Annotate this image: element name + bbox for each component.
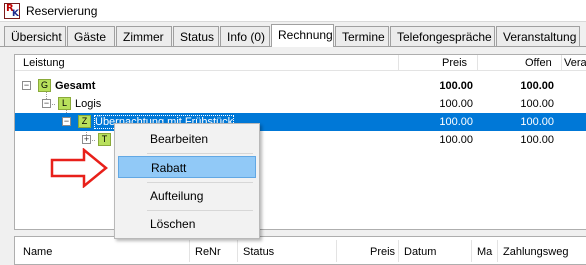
collapse-icon[interactable]: − bbox=[22, 81, 31, 90]
row-offen: 100.00 bbox=[520, 98, 554, 110]
menu-item-bearbeiten[interactable]: Bearbeiten bbox=[118, 128, 256, 150]
tree-row-t[interactable]: + T 100.00 100.00 bbox=[15, 131, 586, 149]
tab-rechnung[interactable]: Rechnung bbox=[271, 24, 334, 47]
collapse-icon[interactable]: − bbox=[42, 99, 51, 108]
payments-table-header: Name ReNr Status Preis Datum Ma Zahlungs… bbox=[14, 236, 586, 265]
tree-row-logis[interactable]: − L Logis 100.00 100.00 bbox=[15, 95, 586, 113]
menu-item-aufteilung[interactable]: Aufteilung bbox=[118, 185, 256, 207]
row-preis: 100.00 bbox=[439, 116, 473, 128]
tab-termine[interactable]: Termine bbox=[335, 26, 389, 46]
tab-veranstaltung[interactable]: Veranstaltung bbox=[496, 26, 580, 46]
badge-g-icon: G bbox=[38, 79, 51, 92]
column-zahlungsweg[interactable]: Zahlungsweg bbox=[503, 246, 568, 258]
row-offen: 100.00 bbox=[520, 116, 554, 128]
tree-row-gesamt[interactable]: − G Gesamt 100.00 100.00 bbox=[15, 77, 586, 95]
column-status[interactable]: Status bbox=[243, 246, 274, 258]
column-preis[interactable]: Preis bbox=[370, 246, 395, 258]
tree-header: Leistung Preis Offen Vera bbox=[15, 55, 586, 71]
tab-uebersicht[interactable]: Übersicht bbox=[4, 26, 66, 46]
invoice-tree[interactable]: Leistung Preis Offen Vera − G Gesamt 100… bbox=[14, 54, 586, 230]
column-offen[interactable]: Offen bbox=[525, 57, 552, 69]
menu-item-rabatt[interactable]: Rabatt bbox=[118, 156, 256, 178]
column-vera[interactable]: Vera bbox=[564, 57, 586, 69]
row-preis: 100.00 bbox=[439, 134, 473, 146]
row-label: Logis bbox=[75, 98, 102, 110]
red-arrow-icon bbox=[50, 148, 108, 188]
row-offen: 100.00 bbox=[520, 134, 554, 146]
row-label: Gesamt bbox=[55, 80, 96, 92]
badge-z-icon: Z bbox=[78, 115, 91, 128]
column-ma[interactable]: Ma bbox=[477, 246, 492, 258]
column-leistung[interactable]: Leistung bbox=[23, 57, 65, 69]
column-datum[interactable]: Datum bbox=[404, 246, 436, 258]
tab-gaeste[interactable]: Gäste bbox=[67, 26, 115, 46]
column-name[interactable]: Name bbox=[23, 246, 52, 258]
column-renr[interactable]: ReNr bbox=[195, 246, 221, 258]
tab-info[interactable]: Info (0) bbox=[220, 26, 270, 46]
app-icon: RK bbox=[4, 3, 20, 19]
row-preis: 100.00 bbox=[439, 98, 473, 110]
tab-status[interactable]: Status bbox=[173, 26, 219, 46]
menu-separator bbox=[147, 153, 253, 154]
menu-item-loeschen[interactable]: Löschen bbox=[118, 213, 256, 235]
badge-l-icon: L bbox=[58, 97, 71, 110]
tree-row-uebernachtung[interactable]: − Z Übernachtung mit Frühstück 100.00 10… bbox=[15, 113, 586, 131]
badge-t-icon: T bbox=[98, 133, 111, 146]
title-bar: RK Reservierung bbox=[0, 0, 586, 22]
row-preis: 100.00 bbox=[439, 80, 473, 92]
tab-zimmer[interactable]: Zimmer bbox=[116, 26, 172, 46]
tab-strip: Übersicht Gäste Zimmer Status Info (0) R… bbox=[0, 24, 586, 47]
collapse-icon[interactable]: − bbox=[62, 117, 71, 126]
tab-telefongespraeche[interactable]: Telefongespräche bbox=[390, 26, 495, 46]
expand-icon[interactable]: + bbox=[82, 135, 91, 144]
menu-separator bbox=[147, 210, 253, 211]
row-offen: 100.00 bbox=[520, 80, 554, 92]
menu-separator bbox=[147, 182, 253, 183]
window-title: Reservierung bbox=[26, 4, 98, 18]
context-menu: Bearbeiten Rabatt Aufteilung Löschen bbox=[114, 123, 260, 239]
column-preis[interactable]: Preis bbox=[442, 57, 467, 69]
